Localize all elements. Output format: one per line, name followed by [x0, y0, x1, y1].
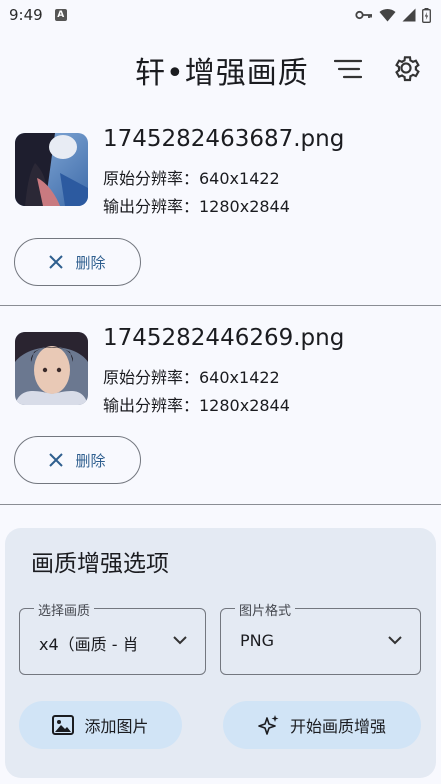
close-icon — [49, 255, 64, 269]
divider — [0, 504, 441, 505]
start-enhance-label: 开始画质增强 — [289, 717, 386, 736]
add-image-label: 添加图片 — [84, 717, 149, 736]
format-select[interactable]: 图片格式 PNG — [220, 600, 421, 675]
settings-button[interactable] — [388, 50, 424, 86]
file-name: 1745282463687.png — [103, 126, 345, 152]
sparkle-icon — [258, 715, 279, 735]
enhance-options-panel: 画质增强选项 选择画质 x4（画质 - 肖 图片格式 PNG 添加图片 开始画质… — [5, 528, 436, 778]
chevron-down-icon — [388, 636, 402, 645]
image-thumbnail — [15, 133, 88, 206]
quality-select-value: x4（画质 - 肖 — [39, 635, 139, 654]
delete-button[interactable]: 删除 — [14, 436, 141, 484]
sort-menu-button[interactable] — [330, 51, 366, 87]
original-resolution: 原始分辨率：640x1422 — [103, 368, 280, 387]
divider — [0, 305, 441, 306]
delete-button[interactable]: 删除 — [14, 238, 141, 286]
add-image-button[interactable]: 添加图片 — [19, 701, 182, 749]
chevron-down-icon — [173, 636, 187, 645]
app-bar: 轩•增强画质 — [0, 40, 441, 96]
battery-icon — [422, 7, 431, 23]
gear-icon — [395, 56, 420, 82]
output-resolution: 输出分辨率：1280x2844 — [103, 197, 290, 216]
image-icon — [52, 715, 75, 735]
start-enhance-button[interactable]: 开始画质增强 — [223, 701, 421, 749]
status-bar: 9:49 A — [0, 0, 441, 30]
output-resolution: 输出分辨率：1280x2844 — [103, 396, 290, 415]
wifi-icon — [379, 8, 396, 22]
image-thumbnail — [15, 332, 88, 405]
quality-select[interactable]: 选择画质 x4（画质 - 肖 — [19, 600, 206, 675]
signal-icon — [402, 8, 416, 22]
format-select-label: 图片格式 — [235, 600, 296, 619]
vpn-key-icon — [355, 10, 372, 20]
file-name: 1745282446269.png — [103, 325, 345, 351]
notification-icon: A — [54, 9, 67, 21]
panel-title: 画质增强选项 — [31, 551, 169, 577]
sort-lines-icon — [334, 59, 362, 79]
delete-label: 删除 — [75, 253, 106, 272]
original-resolution: 原始分辨率：640x1422 — [103, 169, 280, 188]
delete-label: 删除 — [75, 451, 106, 470]
close-icon — [49, 453, 64, 467]
format-select-value: PNG — [240, 631, 275, 650]
app-title: 轩•增强画质 — [135, 56, 309, 91]
quality-select-label: 选择画质 — [34, 600, 95, 619]
status-time: 9:49 — [9, 6, 43, 24]
